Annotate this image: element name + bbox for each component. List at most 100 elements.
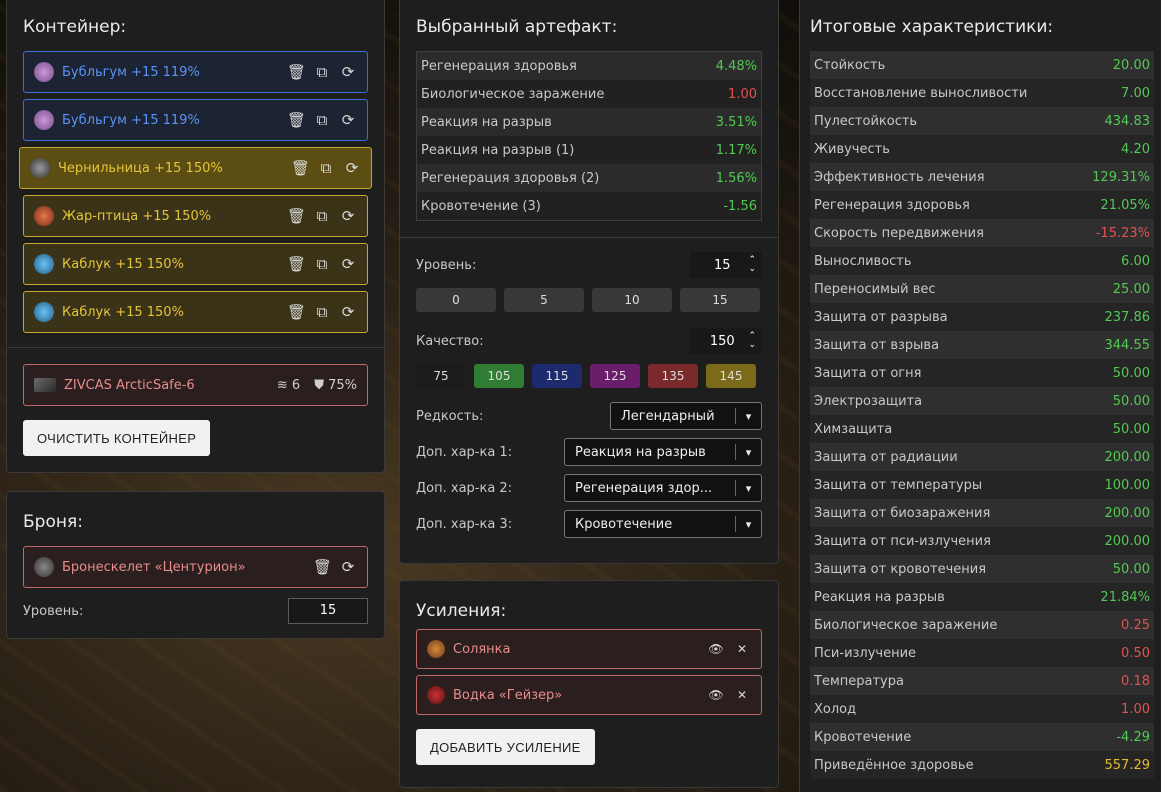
artifact-row[interactable]: Чернильница +15 150% 🗑︎ ⧉ ⟳ — [19, 147, 372, 189]
divider — [400, 237, 778, 238]
close-icon[interactable]: ✕ — [733, 688, 751, 702]
container-item[interactable]: ZIVCAS ArcticSafe-6 ≋ 6 ⛊ 75% — [23, 364, 368, 406]
armor-item[interactable]: Бронескелет «Центурион» 🗑︎ ⟳ — [23, 546, 368, 588]
artifact-row[interactable]: Бубльгум +15 119% 🗑︎ ⧉ ⟳ — [23, 99, 368, 141]
artifact-actions: 🗑︎ ⧉ ⟳ — [287, 303, 357, 321]
trash-icon[interactable]: 🗑︎ — [287, 63, 306, 81]
refresh-icon[interactable]: ⟳ — [339, 207, 357, 225]
total-stat-row: Выносливость 6.00 — [810, 247, 1154, 275]
level-preset-button[interactable]: 15 — [680, 288, 760, 312]
total-stat-value: 20.00 — [1112, 57, 1150, 73]
total-stat-name: Биологическое заражение — [814, 617, 998, 633]
boost-row[interactable]: Водка «Гейзер» 👁︎ ✕ — [416, 675, 762, 715]
copy-icon[interactable]: ⧉ — [317, 159, 335, 177]
copy-icon[interactable]: ⧉ — [313, 63, 331, 81]
extra1-select[interactable]: Реакция на разрыв ▾ — [564, 438, 762, 466]
level-preset-button[interactable]: 5 — [504, 288, 584, 312]
bubblegum-icon — [34, 62, 54, 82]
total-stat-name: Температура — [814, 673, 904, 689]
refresh-icon[interactable]: ⟳ — [339, 303, 357, 321]
artifact-row[interactable]: Каблук +15 150% 🗑︎ ⧉ ⟳ — [23, 291, 368, 333]
quality-preset-button[interactable]: 105 — [474, 364, 524, 388]
total-stat-value: 0.50 — [1121, 645, 1150, 661]
quality-preset-button[interactable]: 135 — [648, 364, 698, 388]
total-stat-row: Биологическое заражение 0.25 — [810, 611, 1154, 639]
quality-preset-button[interactable]: 125 — [590, 364, 640, 388]
container-panel: Контейнер: Бубльгум +15 119% 🗑︎ ⧉ ⟳ Бубльгум… — [6, 0, 385, 473]
stat-row: Кровотечение (3) -1.56 — [417, 192, 761, 220]
armor-level-input[interactable]: 15 — [288, 598, 368, 624]
copy-icon[interactable]: ⧉ — [313, 255, 331, 273]
total-stat-value: 557.29 — [1104, 757, 1151, 773]
refresh-icon[interactable]: ⟳ — [339, 63, 357, 81]
total-stat-value: 1.00 — [1121, 701, 1150, 717]
extra3-select[interactable]: Кровотечение ▾ — [564, 510, 762, 538]
clear-container-button[interactable]: ОЧИСТИТЬ КОНТЕЙНЕР — [23, 420, 211, 456]
total-stat-value: -15.23% — [1095, 225, 1150, 241]
stat-name: Кровотечение (3) — [421, 198, 541, 214]
total-stat-name: Защита от биозаражения — [814, 505, 991, 521]
totals-title: Итоговые характеристики: — [810, 17, 1054, 37]
stat-value: 1.00 — [728, 86, 757, 102]
total-stat-name: Защита от разрыва — [814, 309, 948, 325]
total-stat-value: 50.00 — [1112, 421, 1150, 437]
total-stat-name: Восстановление выносливости — [814, 85, 1028, 101]
quality-preset-button[interactable]: 115 — [532, 364, 582, 388]
totals-table: Стойкость 20.00 Восстановление выносливост… — [810, 51, 1154, 779]
trash-icon[interactable]: 🗑︎ — [287, 303, 306, 321]
totals-panel: Итоговые характеристики: Стойкость 20.00 В… — [799, 0, 1161, 792]
heel-icon — [34, 254, 54, 274]
firebird-icon — [34, 206, 54, 226]
trash-icon[interactable]: 🗑︎ — [287, 111, 306, 129]
level-preset-button[interactable]: 0 — [416, 288, 496, 312]
boosts-title: Усиления: — [416, 601, 507, 621]
total-stat-row: Защита от температуры 100.00 — [810, 471, 1154, 499]
total-stat-row: Пулестойкость 434.83 — [810, 107, 1154, 135]
copy-icon[interactable]: ⧉ — [313, 303, 331, 321]
artifact-name: Бубльгум +15 119% — [62, 112, 200, 128]
quality-input[interactable]: 150 ⌃ ⌄ — [690, 328, 762, 354]
total-stat-name: Скорость передвижения — [814, 225, 984, 241]
trash-icon[interactable]: 🗑︎ — [291, 159, 310, 177]
artifact-list: Бубльгум +15 119% 🗑︎ ⧉ ⟳ Бубльгум +15 119% 🗑︎… — [19, 51, 372, 333]
artifact-actions: 🗑︎ ⧉ ⟳ — [287, 111, 357, 129]
boost-row[interactable]: Солянка 👁︎ ✕ — [416, 629, 762, 669]
total-stat-value: 21.84% — [1100, 589, 1150, 605]
extra2-select[interactable]: Регенерация здор... ▾ — [564, 474, 762, 502]
refresh-icon[interactable]: ⟳ — [343, 159, 361, 177]
stepper-icon[interactable]: ⌃ ⌄ — [748, 256, 756, 274]
total-stat-row: Температура 0.18 — [810, 667, 1154, 695]
refresh-icon[interactable]: ⟳ — [339, 111, 357, 129]
total-stat-name: Регенерация здоровья — [814, 197, 970, 213]
rarity-select[interactable]: Легендарный ▾ — [610, 402, 762, 430]
total-stat-name: Пси-излучение — [814, 645, 917, 661]
copy-icon[interactable]: ⧉ — [313, 207, 331, 225]
quality-preset-button[interactable]: 75 — [416, 364, 466, 388]
eye-icon[interactable]: 👁︎ — [707, 688, 725, 702]
refresh-icon[interactable]: ⟳ — [339, 558, 357, 576]
stat-row: Регенерация здоровья (2) 1.56% — [417, 164, 761, 192]
close-icon[interactable]: ✕ — [733, 642, 751, 656]
trash-icon[interactable]: 🗑︎ — [313, 558, 332, 576]
eye-icon[interactable]: 👁︎ — [707, 642, 725, 656]
level-label: Уровень: — [416, 257, 477, 273]
extra1-label: Доп. хар-ка 1: — [416, 444, 513, 460]
artifact-row[interactable]: Каблук +15 150% 🗑︎ ⧉ ⟳ — [23, 243, 368, 285]
trash-icon[interactable]: 🗑︎ — [287, 207, 306, 225]
chevron-down-icon: ▾ — [735, 480, 761, 496]
total-stat-row: Защита от пси-излучения 200.00 — [810, 527, 1154, 555]
artifact-row[interactable]: Бубльгум +15 119% 🗑︎ ⧉ ⟳ — [23, 51, 368, 93]
trash-icon[interactable]: 🗑︎ — [287, 255, 306, 273]
refresh-icon[interactable]: ⟳ — [339, 255, 357, 273]
artifact-row[interactable]: Жар-птица +15 150% 🗑︎ ⧉ ⟳ — [23, 195, 368, 237]
level-preset-button[interactable]: 10 — [592, 288, 672, 312]
total-stat-name: Переносимый вес — [814, 281, 936, 297]
add-boost-button[interactable]: ДОБАВИТЬ УСИЛЕНИЕ — [416, 729, 595, 765]
copy-icon[interactable]: ⧉ — [313, 111, 331, 129]
stepper-icon[interactable]: ⌃ ⌄ — [748, 332, 756, 350]
stat-value: 1.56% — [715, 170, 757, 186]
shield-icon: ⛊ — [314, 377, 324, 393]
level-input[interactable]: 15 ⌃ ⌄ — [690, 252, 762, 278]
boost-list: Солянка 👁︎ ✕ Водка «Гейзер» 👁︎ ✕ — [416, 629, 762, 715]
quality-preset-button[interactable]: 145 — [706, 364, 756, 388]
